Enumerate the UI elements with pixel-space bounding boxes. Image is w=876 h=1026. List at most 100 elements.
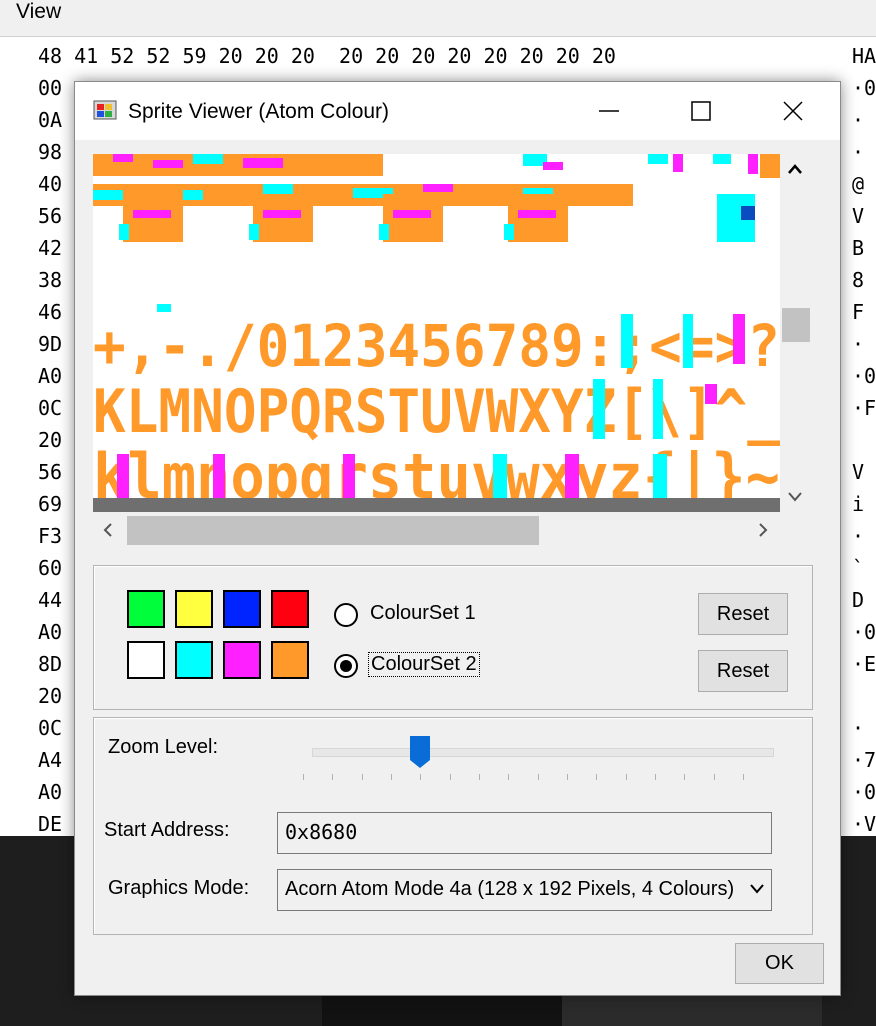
sprite-row-upper: KLMNOPQRSTUVWXYZ[\]^_	[93, 377, 780, 447]
sprite-pixels: +,-./0123456789:;<=>? KLMNOPQRSTUVWXYZ[\…	[93, 154, 780, 498]
zoom-tick	[567, 774, 568, 780]
zoom-slider-track[interactable]	[312, 748, 774, 757]
zoom-slider-thumb[interactable]	[410, 736, 431, 768]
hex-row-bytes: 56	[38, 460, 63, 484]
sprite-pixel-accent	[565, 454, 579, 498]
colour-swatch-set2-2[interactable]	[175, 641, 213, 679]
sprite-pixel-block	[393, 210, 431, 218]
sprite-pixel-block	[741, 206, 755, 220]
hex-row-bytes: 00	[38, 76, 63, 100]
start-address-field[interactable]: 0x8680	[277, 812, 772, 854]
sprite-pixel-block	[504, 224, 514, 240]
hex-row-ascii: B	[852, 236, 865, 260]
start-address-label: Start Address:	[104, 819, 230, 841]
scroll-left-button[interactable]	[93, 512, 123, 548]
scroll-up-button[interactable]	[780, 154, 810, 184]
horizontal-scroll-thumb[interactable]	[127, 516, 539, 545]
close-icon	[783, 101, 803, 121]
hex-row-ascii: ·	[852, 140, 865, 164]
colourset-1-label[interactable]: ColourSet 1	[370, 602, 476, 625]
hex-row-ascii: V	[852, 460, 865, 484]
hex-row-ascii: 8	[852, 268, 865, 292]
hex-row-ascii: V	[852, 204, 865, 228]
colour-swatch-set1-1[interactable]	[127, 590, 165, 628]
vertical-scrollbar[interactable]	[780, 154, 810, 512]
colourset-2-label[interactable]: ColourSet 2	[368, 652, 480, 677]
sprite-pixel-block	[379, 224, 389, 240]
zoom-tick	[303, 774, 304, 780]
hex-row-ascii: ·7	[852, 748, 876, 772]
hex-row-bytes: 0A	[38, 108, 63, 132]
scroll-down-button[interactable]	[780, 482, 810, 512]
colourset-1-radio[interactable]	[334, 603, 358, 627]
hex-row-bytes: A0	[38, 620, 63, 644]
colour-swatch-set2-4[interactable]	[271, 641, 309, 679]
colourset-2-radio[interactable]	[334, 654, 358, 678]
sprite-pixel-accent	[157, 304, 171, 312]
colour-swatch-set1-2[interactable]	[175, 590, 213, 628]
menu-view[interactable]: View	[16, 0, 61, 24]
zoom-tick	[684, 774, 686, 780]
colour-swatch-set2-1[interactable]	[127, 641, 165, 679]
hex-row-bytes: 48 41 52 52 59 20 20 20 20 20 20 20 20 2…	[38, 44, 616, 68]
zoom-tick	[743, 774, 744, 780]
zoom-tick	[625, 774, 627, 780]
sprite-viewer-app-icon	[93, 100, 117, 120]
hex-row-bytes: 98	[38, 140, 63, 164]
zoom-tick	[332, 774, 334, 780]
hex-row-bytes: 20	[38, 684, 63, 708]
maximize-button[interactable]	[655, 82, 747, 140]
hex-row-ascii: HA	[852, 44, 876, 68]
zoom-tick	[479, 774, 480, 780]
colour-swatch-set1-3[interactable]	[223, 590, 261, 628]
reset-colourset-2-button[interactable]: Reset	[698, 650, 788, 692]
chevron-up-icon	[788, 164, 802, 174]
hex-row-bytes: DE	[38, 812, 63, 836]
sprite-pixel-block	[543, 162, 563, 170]
ok-button[interactable]: OK	[735, 943, 824, 984]
sprite-canvas[interactable]: +,-./0123456789:;<=>? KLMNOPQRSTUVWXYZ[\…	[93, 154, 780, 498]
sprite-pixel-block	[133, 210, 171, 218]
zoom-tick	[655, 774, 656, 780]
hex-row-ascii: @	[852, 172, 865, 196]
hex-row-bytes: 38	[38, 268, 63, 292]
hex-row-bytes: A4	[38, 748, 63, 772]
reset-colourset-1-button[interactable]: Reset	[698, 593, 788, 635]
vertical-scroll-thumb[interactable]	[782, 308, 810, 342]
sprite-pixel-block	[243, 158, 283, 168]
colour-group: ColourSet 1 ColourSet 2 Reset Reset	[93, 565, 813, 710]
sprite-pixel-block	[263, 184, 293, 194]
hex-row-bytes: 42	[38, 236, 63, 260]
hex-row-ascii: ·F	[852, 396, 876, 420]
zoom-tick	[361, 774, 363, 780]
sprite-pixel-block	[748, 154, 758, 174]
sprite-pixel-block	[193, 154, 223, 164]
scroll-right-button[interactable]	[748, 512, 778, 548]
sprite-pixel-accent	[683, 314, 693, 368]
hex-row-ascii: D	[852, 588, 865, 612]
radio-dot	[340, 660, 352, 672]
colour-swatch-set1-4[interactable]	[271, 590, 309, 628]
colour-swatch-set2-3[interactable]	[223, 641, 261, 679]
zoom-tick	[449, 774, 451, 780]
zoom-tick	[596, 774, 598, 780]
hex-row-bytes: 20	[38, 428, 63, 452]
sprite-pixel-block	[313, 154, 343, 164]
sprite-pixel-block	[93, 190, 123, 200]
hex-row-bytes: F3	[38, 524, 63, 548]
close-button[interactable]	[747, 82, 839, 140]
sprite-pixel-accent	[653, 379, 663, 439]
chevron-right-icon	[759, 523, 768, 537]
sprite-pixel-block	[249, 224, 259, 240]
hex-row-ascii: `	[852, 556, 865, 580]
hex-row-bytes: 69	[38, 492, 63, 516]
sprite-pixel-accent	[733, 314, 745, 364]
horizontal-scrollbar[interactable]	[93, 512, 780, 548]
graphics-mode-select[interactable]: Acorn Atom Mode 4a (128 x 192 Pixels, 4 …	[277, 869, 772, 911]
settings-group: Zoom Level: Start Address: 0x8680 Graphi…	[93, 717, 813, 935]
hex-row-ascii: ·0	[852, 76, 876, 100]
minimize-button[interactable]	[563, 82, 655, 140]
hex-row-bytes: 46	[38, 300, 63, 324]
zoom-level-label: Zoom Level:	[108, 736, 219, 758]
dialog-titlebar[interactable]: Sprite Viewer (Atom Colour)	[75, 82, 840, 140]
